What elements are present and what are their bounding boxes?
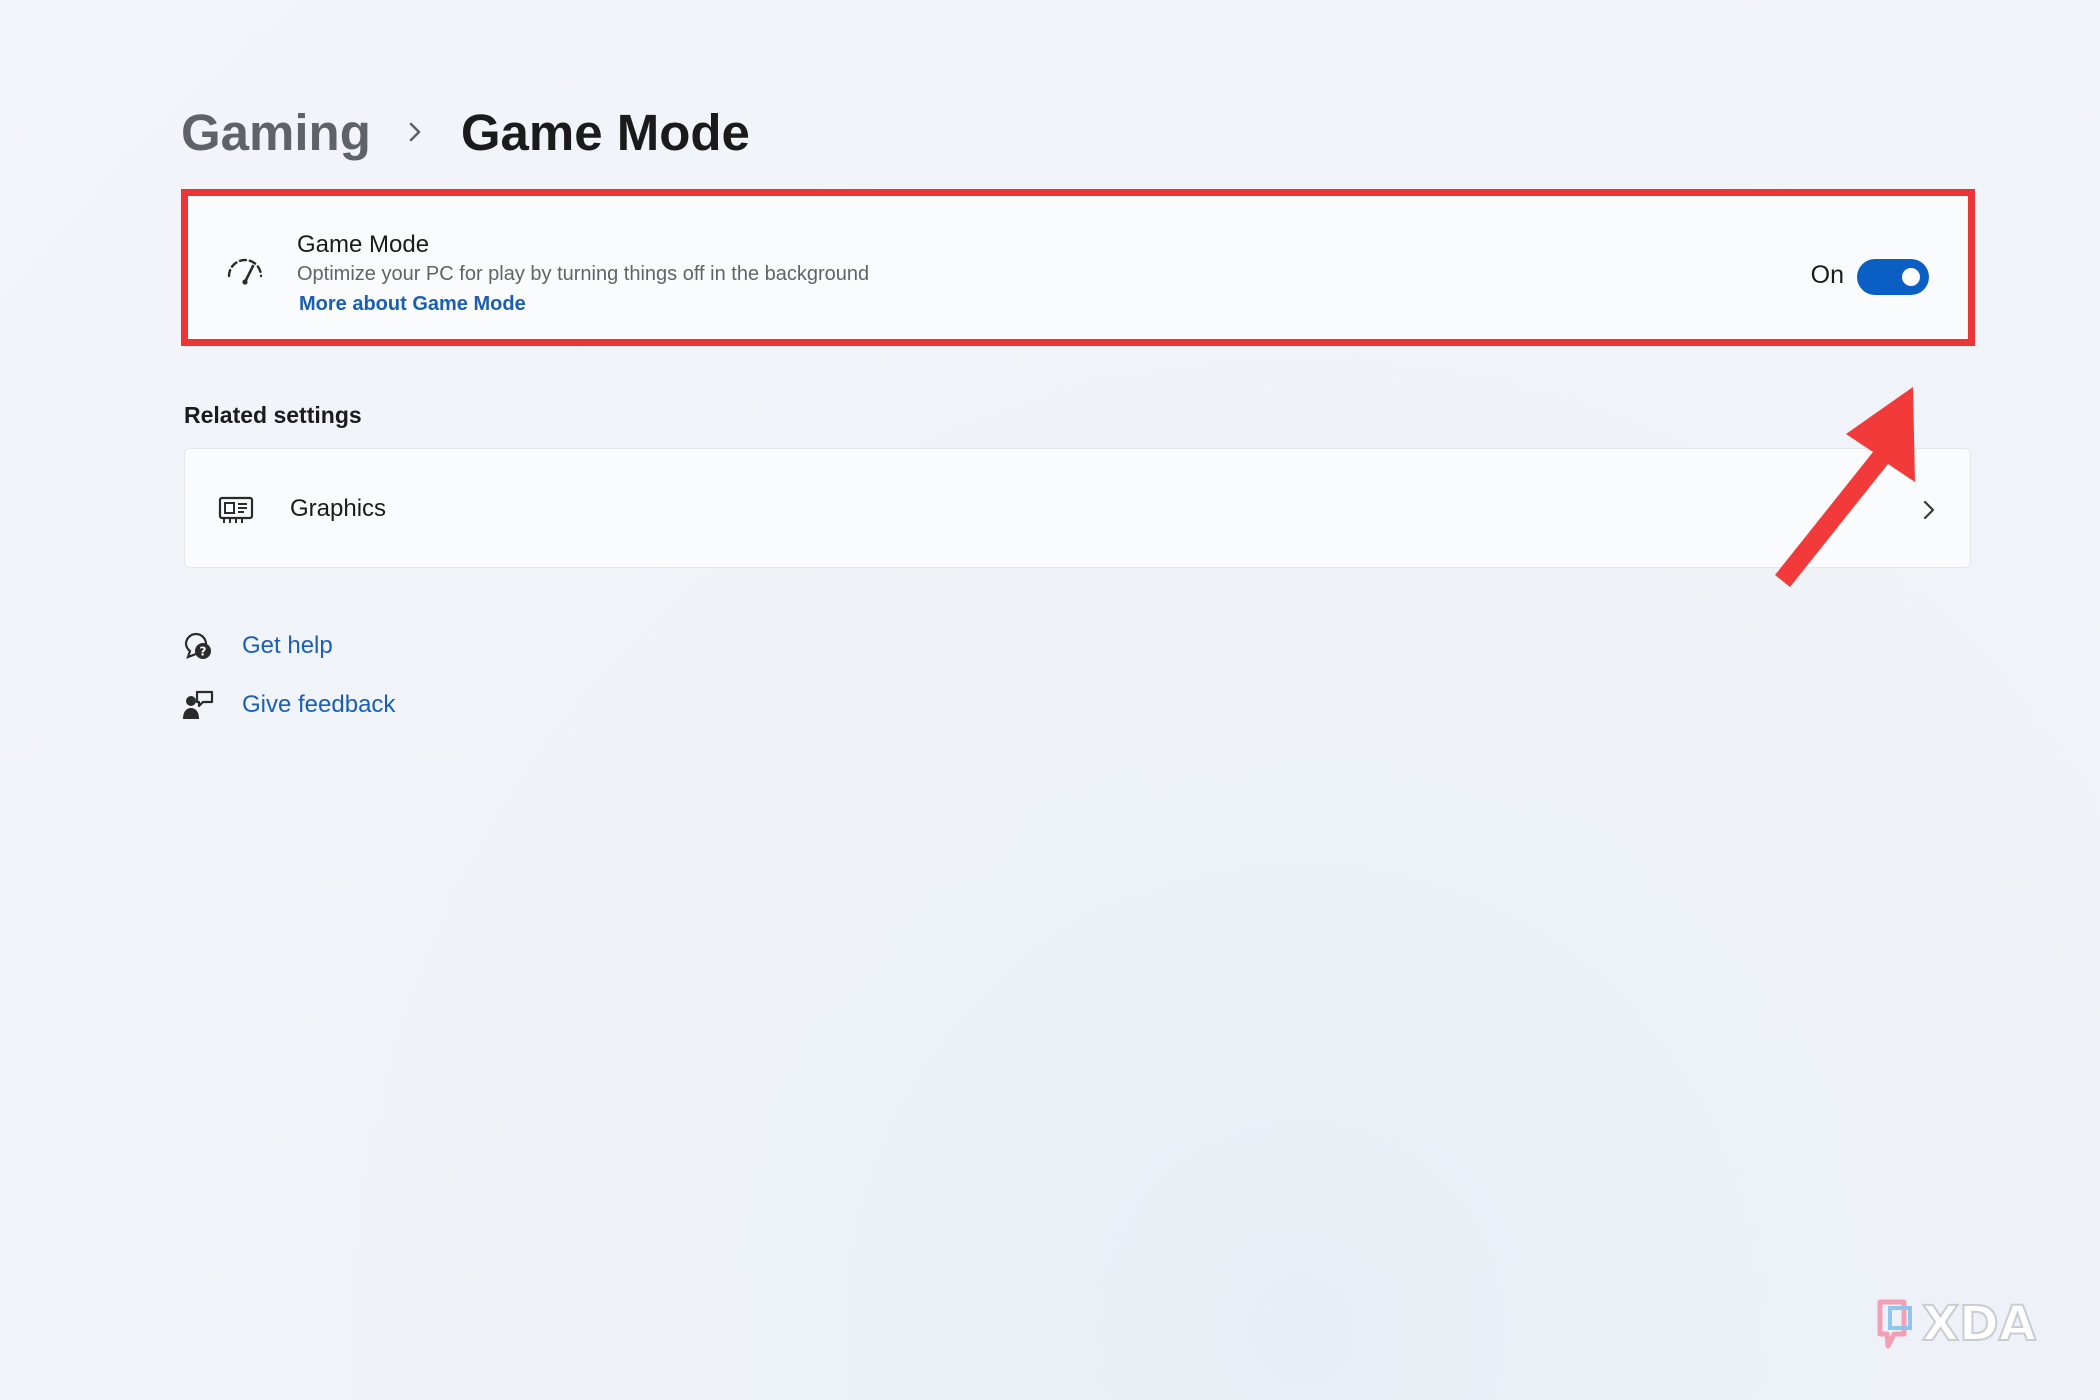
- xda-watermark-logo: XDA: [1877, 1295, 2037, 1353]
- svg-text:?: ?: [200, 645, 207, 659]
- breadcrumb: Gaming Game Mode: [181, 92, 750, 172]
- graphics-settings-item[interactable]: Graphics: [184, 448, 1971, 568]
- page-title: Game Mode: [460, 103, 750, 161]
- related-settings-heading: Related settings: [184, 402, 362, 428]
- give-feedback-link[interactable]: Give feedback: [182, 689, 395, 721]
- highlight-frame: Game Mode Optimize your PC for play by t…: [181, 189, 1975, 346]
- get-help-label: Get help: [242, 632, 333, 659]
- toggle-state-label: On: [1810, 261, 1844, 289]
- give-feedback-label: Give feedback: [242, 691, 396, 718]
- graphics-label: Graphics: [290, 495, 387, 522]
- breadcrumb-gaming[interactable]: Gaming: [181, 103, 371, 162]
- speedometer-icon: [225, 258, 265, 290]
- get-help-link[interactable]: ? Get help: [182, 630, 333, 662]
- watermark-text: XDA: [1922, 1296, 2036, 1352]
- help-chat-icon: ?: [182, 630, 214, 662]
- graphics-card-icon: [217, 495, 255, 525]
- game-mode-description: Optimize your PC for play by turning thi…: [297, 263, 870, 285]
- chevron-right-icon: [405, 122, 425, 142]
- game-mode-card: Game Mode Optimize your PC for play by t…: [195, 203, 1961, 332]
- more-about-game-mode-link[interactable]: More about Game Mode: [299, 293, 526, 316]
- game-mode-toggle[interactable]: [1857, 259, 1929, 295]
- toggle-knob: [1902, 268, 1920, 286]
- feedback-icon: [182, 689, 214, 721]
- red-arrow-icon: [1775, 387, 1915, 587]
- game-mode-title: Game Mode: [297, 231, 430, 258]
- chevron-right-icon: [1920, 499, 1938, 521]
